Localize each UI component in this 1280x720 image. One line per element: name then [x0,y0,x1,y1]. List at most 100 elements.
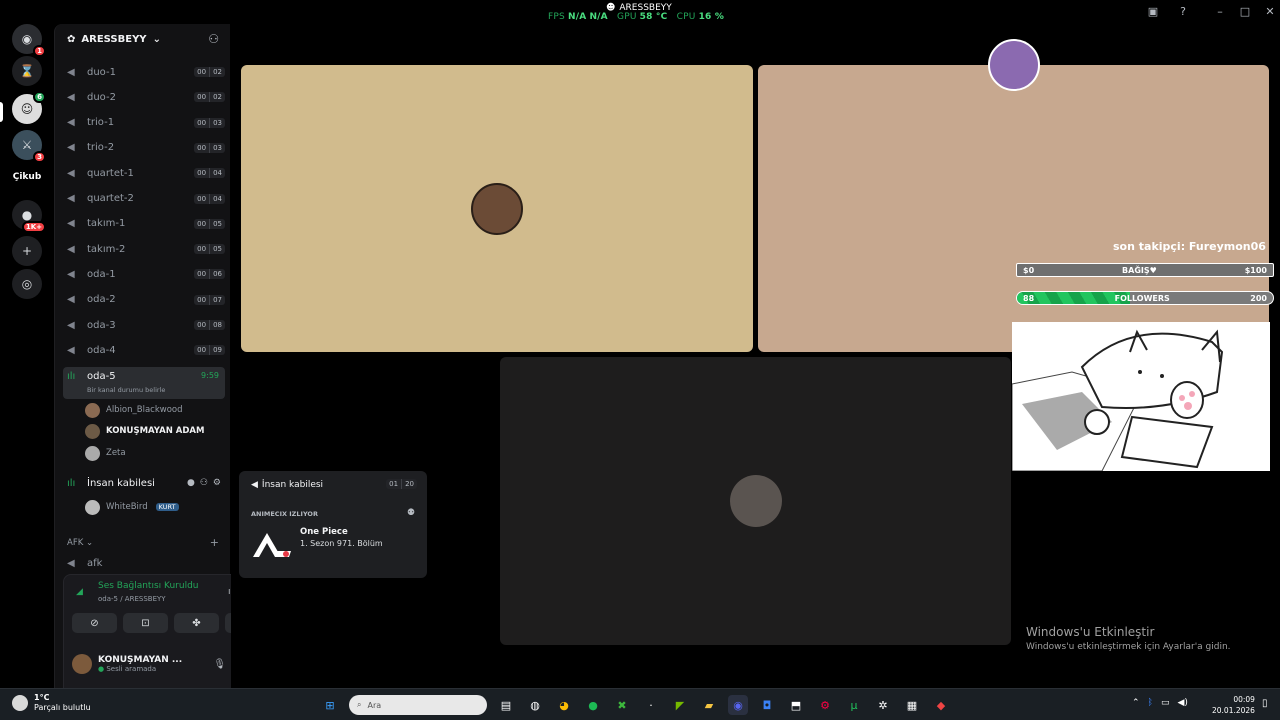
participant-tile[interactable] [500,357,1011,645]
voice-channel-item[interactable]: ◀ oda-1 00 06 [63,263,225,285]
invite-icon[interactable]: ⚇ [200,478,208,488]
camera-off-button[interactable]: ⊘ [72,613,117,633]
hourglass-server-icon[interactable]: ⌛ [12,56,42,86]
server-icon-trollface[interactable]: ☺ 6 [12,91,46,124]
channel-status[interactable]: Bir kanal durumu belirle [87,386,165,394]
voice-channel-afk[interactable]: ◀ afk [63,552,225,574]
channel-sidebar: ✿ ARESSBEYY ⌄ ⚇ ◀ duo-1 00 02 ◀ duo-2 00 02 ◀ tri… [54,24,279,704]
nvidia-icon[interactable]: ◤ [670,695,690,715]
voice-channel-item[interactable]: ◀ oda-3 00 08 [63,314,225,336]
voice-channel-item[interactable]: ◀ duo-1 00 02 [63,61,225,83]
chevron-down-icon: ⌄ [85,537,94,548]
speaker-icon: ◀ [251,480,258,490]
activity-title: One Piece [300,527,348,537]
voice-channel-item[interactable]: ◀ takım-2 00 05 [63,238,225,260]
server-header[interactable]: ✿ ARESSBEYY ⌄ ⚇ [55,24,231,54]
app-icon[interactable]: · [641,695,661,715]
start-icon[interactable]: ⊞ [320,695,340,715]
followers-label: FOLLOWERS [1114,293,1170,303]
voice-user[interactable]: Albion_Blackwood [85,400,183,420]
voice-user[interactable]: WhiteBird KURT [85,497,179,517]
activity-label: ANIMECIX IZLIYOR [251,510,318,518]
invite-icon[interactable]: ⚇ [208,32,219,46]
user-limit: 06 [209,269,225,280]
category-afk[interactable]: AFK ⌄ + [67,536,219,549]
voice-user[interactable]: Zeta [85,443,126,463]
channel-limit: 00 04 [194,193,225,204]
chat-icon[interactable]: ● [187,478,195,488]
channel-name: oda-3 [87,319,116,331]
activities-button[interactable]: ✤ [174,613,219,633]
gear-icon[interactable]: ⚙ [213,478,221,488]
participant-tile[interactable] [241,65,753,352]
user-limit: 09 [209,345,225,356]
signal-icon[interactable]: ◢ [76,587,83,597]
voice-channel-item[interactable]: ◀ oda-4 00 09 [63,339,225,361]
latest-follower: son takipçi: Fureymon06 [1113,240,1266,253]
close-button[interactable]: ✕ [1262,4,1278,18]
clock[interactable]: 00:09 20.01.2026 [1212,694,1255,717]
bluetooth-icon[interactable]: ᛒ [1148,698,1153,708]
speaker-icon: ◀ [67,344,75,356]
app-red-dot-icon[interactable]: ⚙ [815,695,835,715]
voice-channel-item[interactable]: ◀ oda-2 00 07 [63,289,225,311]
user-limit: 02 [209,92,225,103]
network-icon[interactable]: ▭ [1161,698,1170,708]
app-red-icon[interactable]: ◆ [931,695,951,715]
user-count: 00 [197,194,207,203]
chevron-up-icon[interactable]: ⌃ [1132,698,1140,708]
voice-user-name: Albion_Blackwood [106,405,183,415]
voice-location[interactable]: oda-5 / ARESSBEYY [98,595,166,603]
avatar-icon: ☻ [606,3,616,13]
voice-channel-item[interactable]: ◀ quartet-1 00 04 [63,162,225,184]
voice-channel-item[interactable]: ◀ trio-1 00 03 [63,112,225,134]
voice-channel-insan-kabilesi[interactable]: ılı İnsan kabilesi ● ⚇ ⚙ [63,472,225,494]
task-view-icon[interactable]: ▤ [496,695,516,715]
voice-user[interactable]: KONUŞMAYAN ADAM [85,421,204,441]
user-limit: 07 [209,294,225,305]
file-explorer-icon[interactable]: ▰ [699,695,719,715]
fps-value: N/A [567,12,587,22]
participant-tile[interactable] [758,38,1269,352]
weather-temp: 1°C [34,693,50,702]
server-icon-text[interactable]: Çikub [6,172,48,182]
discover-icon[interactable]: ◎ [12,269,42,299]
voice-channel-item[interactable]: ◀ quartet-2 00 04 [63,188,225,210]
maximize-button[interactable]: □ [1237,4,1253,18]
microphone-icon[interactable]: 🎙︎ [213,659,226,670]
voice-channel-item[interactable]: ◀ duo-2 00 02 [63,86,225,108]
channel-limit: 00 09 [194,345,225,356]
screen-share-button[interactable]: ⊡ [123,613,168,633]
notification-icon[interactable]: ▯ [1262,698,1268,709]
server-icon-red[interactable]: ● 1K+ [12,200,46,233]
voice-active-icon: ılı [67,477,76,489]
cpu-label: CPU [676,12,696,22]
search-input[interactable]: ⌕ Ara [349,695,487,715]
utorrent-icon[interactable]: μ [844,695,864,715]
help-icon[interactable]: ? [1175,4,1191,18]
weather-widget[interactable]: 1°C Parçalı bulutlu [12,693,91,712]
discord-taskbar-icon[interactable]: ◉ [728,695,748,715]
weather-text: Parçalı bulutlu [34,702,91,712]
voice-channel-item[interactable]: ◀ trio-2 00 03 [63,137,225,159]
minimize-button[interactable]: – [1212,4,1228,18]
volume-icon[interactable]: ◀) [1177,698,1187,708]
app-blue-icon[interactable]: ◘ [757,695,777,715]
epic-icon[interactable]: ⬒ [786,695,806,715]
inbox-icon[interactable]: ▣ [1145,4,1161,18]
steam-icon[interactable]: ◍ [525,695,545,715]
spotify-icon[interactable]: ● [583,695,603,715]
add-server-icon[interactable]: + [12,236,42,266]
chrome-icon[interactable]: ◕ [554,695,574,715]
activation-title: Windows'u Etkinleştir [1026,625,1155,639]
openai-icon[interactable]: ✲ [873,695,893,715]
voice-channel-oda-5[interactable]: ılı oda-5 9:59 Bir kanal durumu belirle [63,367,225,399]
discord-home-icon[interactable]: ◉ 1 [12,24,46,57]
server-icon-game[interactable]: ⚔ 3 [12,130,46,163]
add-channel-icon[interactable]: + [210,536,219,549]
epic-games-icon[interactable]: ▦ [902,695,922,715]
voice-channel-item[interactable]: ◀ takım-1 00 05 [63,213,225,235]
user-count: 00 [197,68,207,76]
channel-limit: 00 07 [194,294,225,305]
xbox-icon[interactable]: ✖ [612,695,632,715]
